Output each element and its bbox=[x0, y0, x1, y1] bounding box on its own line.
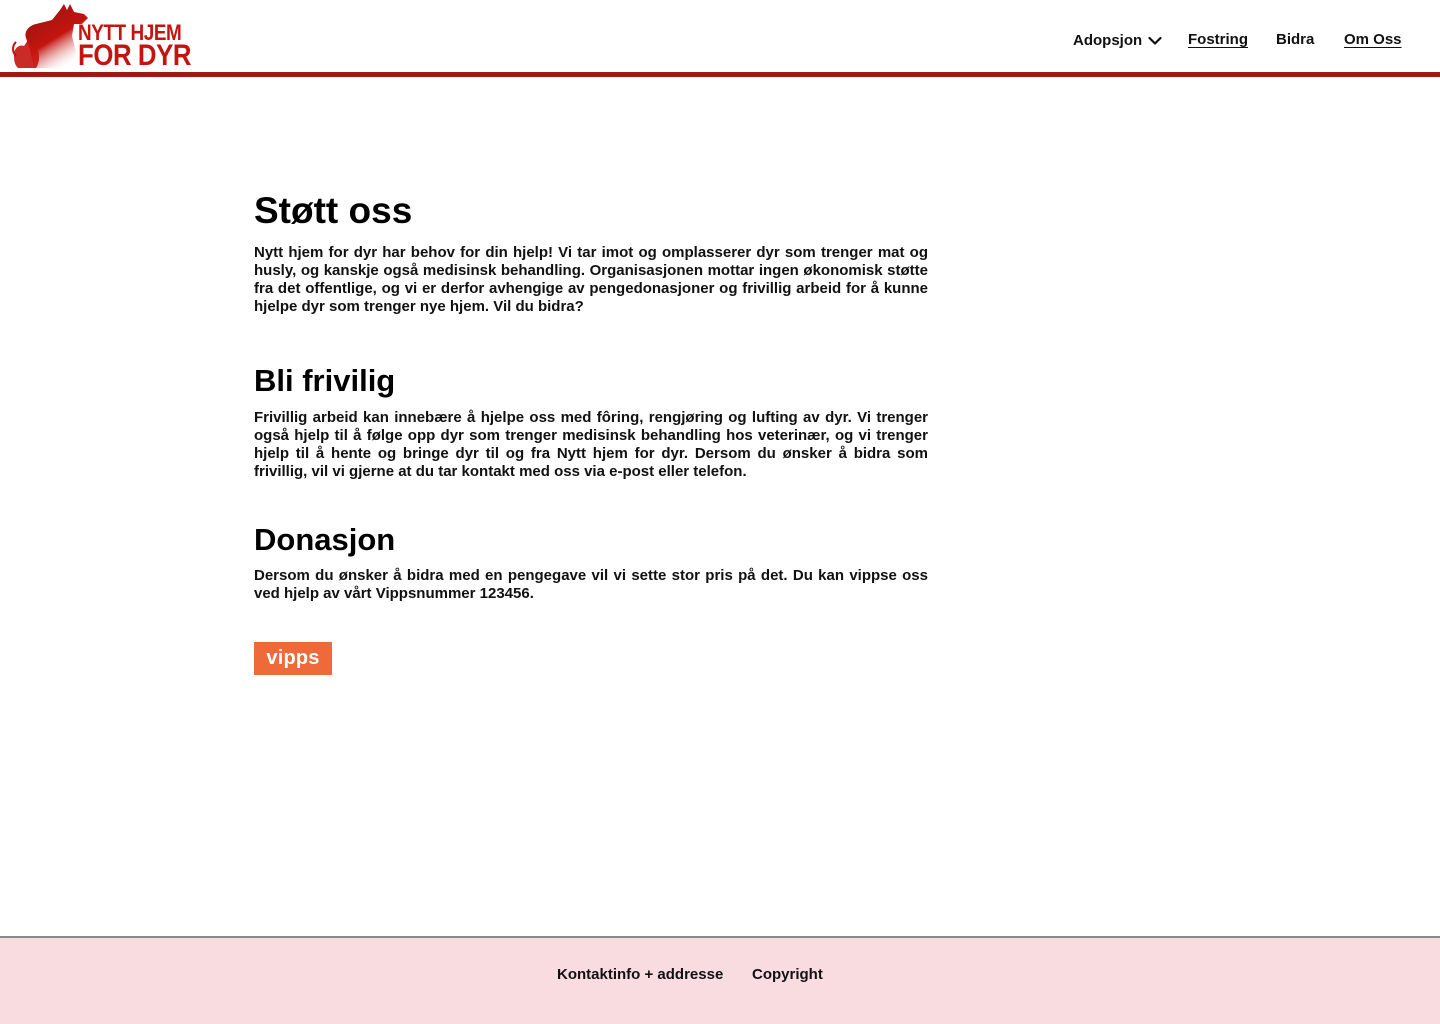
vipps-button[interactable]: vipps bbox=[254, 642, 332, 675]
volunteer-paragraph: Frivillig arbeid kan innebære å hjelpe o… bbox=[254, 409, 928, 480]
page: NYTT HJEM FOR DYR Adopsjon Fostring Bidr… bbox=[0, 0, 1440, 1024]
nav-adopsjon-label: Adopsjon bbox=[1073, 32, 1143, 49]
intro-paragraph: Nytt hjem for dyr har behov for din hjel… bbox=[254, 244, 928, 315]
site-header: NYTT HJEM FOR DYR Adopsjon Fostring Bidr… bbox=[0, 0, 1440, 72]
site-footer: Kontaktinfo + addresse Copyright bbox=[0, 936, 1440, 1024]
header-divider bbox=[0, 72, 1440, 77]
donation-heading: Donasjon bbox=[254, 522, 396, 557]
donation-paragraph: Dersom du ønsker å bidra med en pengegav… bbox=[254, 567, 928, 602]
chevron-down-icon bbox=[1148, 36, 1162, 45]
logo-text-line2: FOR DYR bbox=[78, 39, 192, 72]
page-title: Støtt oss bbox=[254, 190, 413, 231]
footer-contact-link[interactable]: Kontaktinfo + addresse bbox=[557, 966, 723, 983]
nav-om-oss-link[interactable]: Om Oss bbox=[1344, 30, 1402, 52]
volunteer-heading: Bli frivilig bbox=[254, 363, 396, 398]
footer-copyright: Copyright bbox=[752, 966, 823, 983]
nav-fostring-link[interactable]: Fostring bbox=[1188, 30, 1248, 52]
nav-bidra-link[interactable]: Bidra bbox=[1276, 30, 1314, 52]
nav-adopsjon-dropdown[interactable]: Adopsjon bbox=[1073, 30, 1162, 52]
site-logo[interactable]: NYTT HJEM FOR DYR bbox=[12, 2, 192, 71]
